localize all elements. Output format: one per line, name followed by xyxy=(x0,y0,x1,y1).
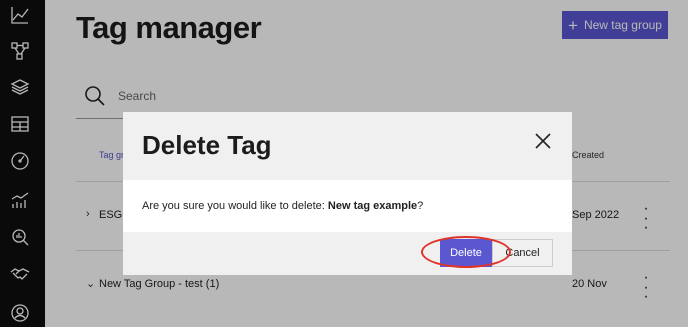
highlight-annotation xyxy=(421,236,511,268)
dialog-header: Delete Tag xyxy=(123,112,572,180)
close-icon[interactable] xyxy=(534,132,552,150)
tag-name: New tag example xyxy=(327,200,418,212)
message-suffix: ? xyxy=(417,200,424,212)
message-text: Are you sure you would like to delete: xyxy=(142,200,328,212)
delete-tag-dialog: Delete Tag Are you sure you would like t… xyxy=(123,112,572,275)
dialog-title: Delete Tag xyxy=(142,130,272,160)
dialog-message: Are you sure you would like to delete: N… xyxy=(142,200,423,212)
dialog-body: Are you sure you would like to delete: N… xyxy=(123,180,572,232)
